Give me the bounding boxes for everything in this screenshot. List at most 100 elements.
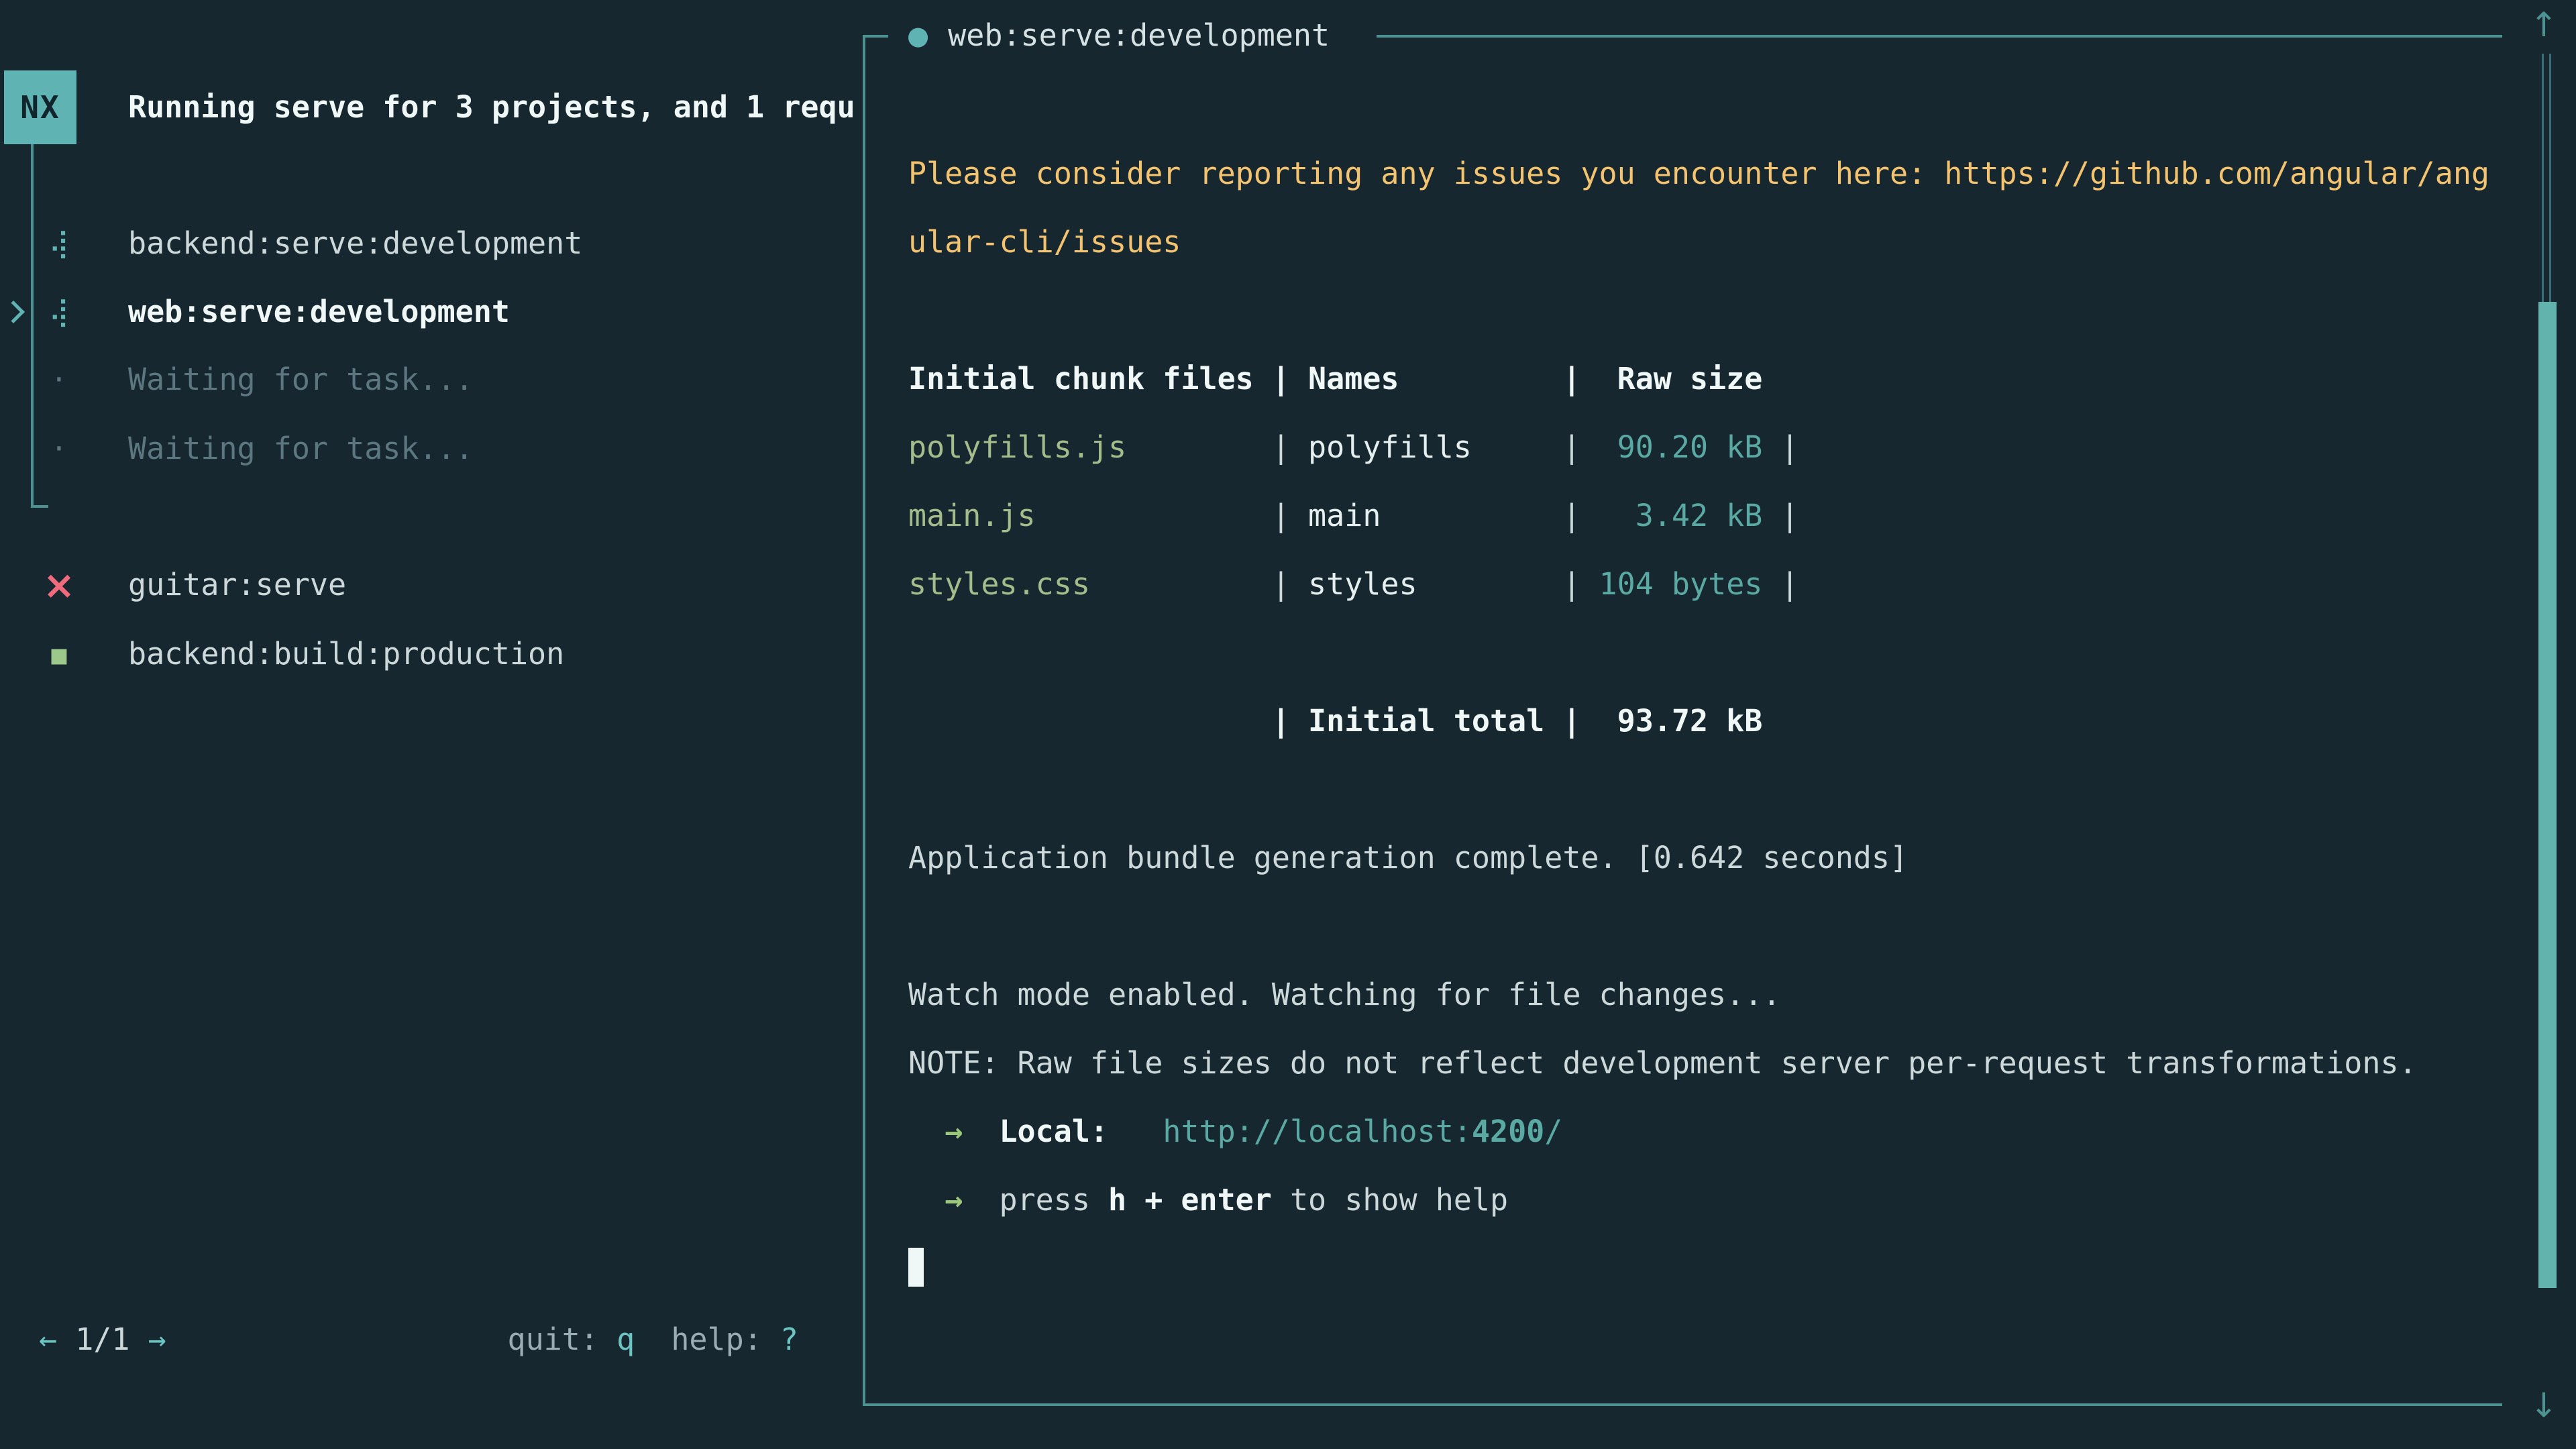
terminal-output: Please consider reporting any issues you…	[908, 140, 2518, 1303]
terminal-text-segment: |	[1381, 498, 1580, 533]
pager-next-icon[interactable]: →	[148, 1322, 166, 1357]
terminal-line-15: → press h + enter to show help	[908, 1166, 2518, 1234]
terminal-text-segment: Application bundle generation complete. …	[908, 840, 1908, 875]
terminal-text-segment: |	[1090, 566, 1308, 602]
task-label: Waiting for task...	[128, 429, 474, 469]
running-indicator-icon: ●	[907, 21, 929, 50]
task-row-waiting-slot-1[interactable]: · Waiting for task...	[0, 360, 863, 400]
task-label: backend:serve:development	[128, 223, 582, 264]
terminal-line-5: main.js | main | 3.42 kB |	[908, 482, 2518, 550]
terminal-text-segment: |	[1762, 498, 1799, 533]
terminal-text-segment: |	[1036, 498, 1308, 533]
panel-border-bottom	[863, 1403, 2502, 1406]
terminal-text-segment: 90.20 kB	[1580, 429, 1762, 465]
sidebar-title: Running serve for 3 projects, and 1 requ	[128, 87, 863, 127]
task-status-square-icon: ▪	[38, 634, 80, 674]
terminal-text-segment: main.js	[908, 498, 1036, 533]
terminal-line-14: → Local: http://localhost:4200/	[908, 1097, 2518, 1166]
terminal-text-segment: | Initial total | 93.72 kB	[1272, 703, 1763, 739]
terminal-line-7	[908, 619, 2518, 687]
task-row-waiting-slot-2[interactable]: · Waiting for task...	[0, 429, 863, 469]
task-status-spinner-icon: ⢼	[38, 292, 80, 332]
pager-prev-icon[interactable]: ←	[39, 1322, 57, 1357]
terminal-line-10: Application bundle generation complete. …	[908, 824, 2518, 892]
terminal-text-segment: main	[1308, 498, 1381, 533]
terminal-cursor	[908, 1248, 924, 1287]
scrollbar-track[interactable]	[2542, 54, 2551, 302]
terminal-line-2	[908, 276, 2518, 345]
task-row-backend-serve-development[interactable]: ⢼ backend:serve:development	[0, 223, 863, 264]
terminal-text-segment: Local:	[999, 1114, 1108, 1149]
terminal-text-segment: http://localhost:	[1163, 1114, 1472, 1149]
help-hint-label: help:	[635, 1322, 780, 1357]
pager-spacer	[129, 1322, 148, 1357]
panel-title: ● web:serve:development	[907, 15, 1330, 56]
task-status-cross-icon: ×	[38, 565, 80, 605]
terminal-text-segment: |	[1417, 566, 1581, 602]
terminal-text-segment	[908, 703, 1272, 739]
pager: ← 1/1 →	[39, 1319, 166, 1360]
terminal-line-3: Initial chunk files | Names | Raw size	[908, 345, 2518, 413]
terminal-text-segment	[908, 1182, 945, 1218]
terminal-text-segment	[963, 1114, 999, 1149]
terminal-text-segment: h + enter	[1108, 1182, 1272, 1218]
panel-title-text: web:serve:development	[948, 17, 1330, 53]
terminal-text-segment: Watch mode enabled. Watching for file ch…	[908, 977, 1780, 1012]
scroll-up-icon[interactable]: ↑	[2524, 5, 2564, 44]
task-row-web-serve-development[interactable]: ⢼ web:serve:development	[0, 292, 863, 332]
terminal-line-16	[908, 1234, 2518, 1303]
terminal-line-12: Watch mode enabled. Watching for file ch…	[908, 961, 2518, 1029]
terminal-text-segment: →	[945, 1114, 963, 1149]
help-hint-key[interactable]: ?	[780, 1322, 798, 1357]
terminal-line-8: | Initial total | 93.72 kB	[908, 687, 2518, 755]
scrollbar-thumb[interactable]	[2538, 302, 2557, 1288]
task-status-dot-icon: ·	[38, 429, 80, 469]
terminal-text-segment: |	[1126, 429, 1308, 465]
status-bar: ← 1/1 → quit: q help: ?	[0, 1319, 863, 1360]
pager-position	[57, 1322, 75, 1357]
task-status-spinner-icon: ⢼	[38, 223, 80, 264]
terminal-line-0: Please consider reporting any issues you…	[908, 140, 2518, 208]
terminal-line-6: styles.css | styles | 104 bytes |	[908, 550, 2518, 619]
terminal-text-segment: 104 bytes	[1580, 566, 1762, 602]
task-row-guitar-serve[interactable]: × guitar:serve	[0, 565, 863, 605]
terminal-line-11	[908, 892, 2518, 961]
keyboard-hints: quit: q help: ?	[508, 1319, 799, 1360]
terminal-text-segment: press	[963, 1182, 1108, 1218]
task-row-backend-build-production[interactable]: ▪ backend:build:production	[0, 634, 863, 674]
terminal-text-segment: /	[1544, 1114, 1562, 1149]
terminal-text-segment: Initial chunk files | Names | Raw size	[908, 361, 1762, 396]
task-label: guitar:serve	[128, 565, 346, 605]
terminal-line-9	[908, 755, 2518, 824]
quit-hint-label: quit:	[508, 1322, 617, 1357]
terminal-text-segment: to show help	[1272, 1182, 1508, 1218]
selected-task-chevron-icon	[2, 301, 25, 323]
terminal-text-segment: styles.css	[908, 566, 1090, 602]
terminal-text-segment: |	[1762, 429, 1799, 465]
terminal-line-4: polyfills.js | polyfills | 90.20 kB |	[908, 413, 2518, 482]
terminal-text-segment: ular-cli/issues	[908, 224, 1181, 260]
task-label: Waiting for task...	[128, 360, 474, 400]
terminal-text-segment: |	[1762, 566, 1799, 602]
scroll-down-icon[interactable]: ↓	[2524, 1386, 2564, 1425]
terminal-text-segment: polyfills	[1308, 429, 1472, 465]
nx-terminal-ui: NX Running serve for 3 projects, and 1 r…	[0, 0, 2576, 1449]
terminal-text-segment	[1108, 1114, 1163, 1149]
terminal-text-segment: polyfills.js	[908, 429, 1126, 465]
quit-hint-key[interactable]: q	[616, 1322, 635, 1357]
task-status-dot-icon: ·	[38, 360, 80, 400]
terminal-text-segment: |	[1472, 429, 1581, 465]
terminal-text-segment: styles	[1308, 566, 1417, 602]
terminal-text-segment: Please consider reporting any issues you…	[908, 156, 2489, 191]
task-label: backend:build:production	[128, 634, 564, 674]
panel-border-top	[1377, 35, 2502, 38]
terminal-text-segment: 3.42 kB	[1580, 498, 1762, 533]
terminal-text-segment: 4200	[1472, 1114, 1544, 1149]
panel-border-left	[863, 35, 865, 1406]
terminal-line-13: NOTE: Raw file sizes do not reflect deve…	[908, 1029, 2518, 1097]
terminal-text-segment: →	[945, 1182, 963, 1218]
panel-border-top-corner	[863, 35, 888, 38]
terminal-text-segment: NOTE: Raw file sizes do not reflect deve…	[908, 1045, 2417, 1081]
pager-current: 1/1	[75, 1322, 129, 1357]
task-label: web:serve:development	[128, 292, 510, 332]
